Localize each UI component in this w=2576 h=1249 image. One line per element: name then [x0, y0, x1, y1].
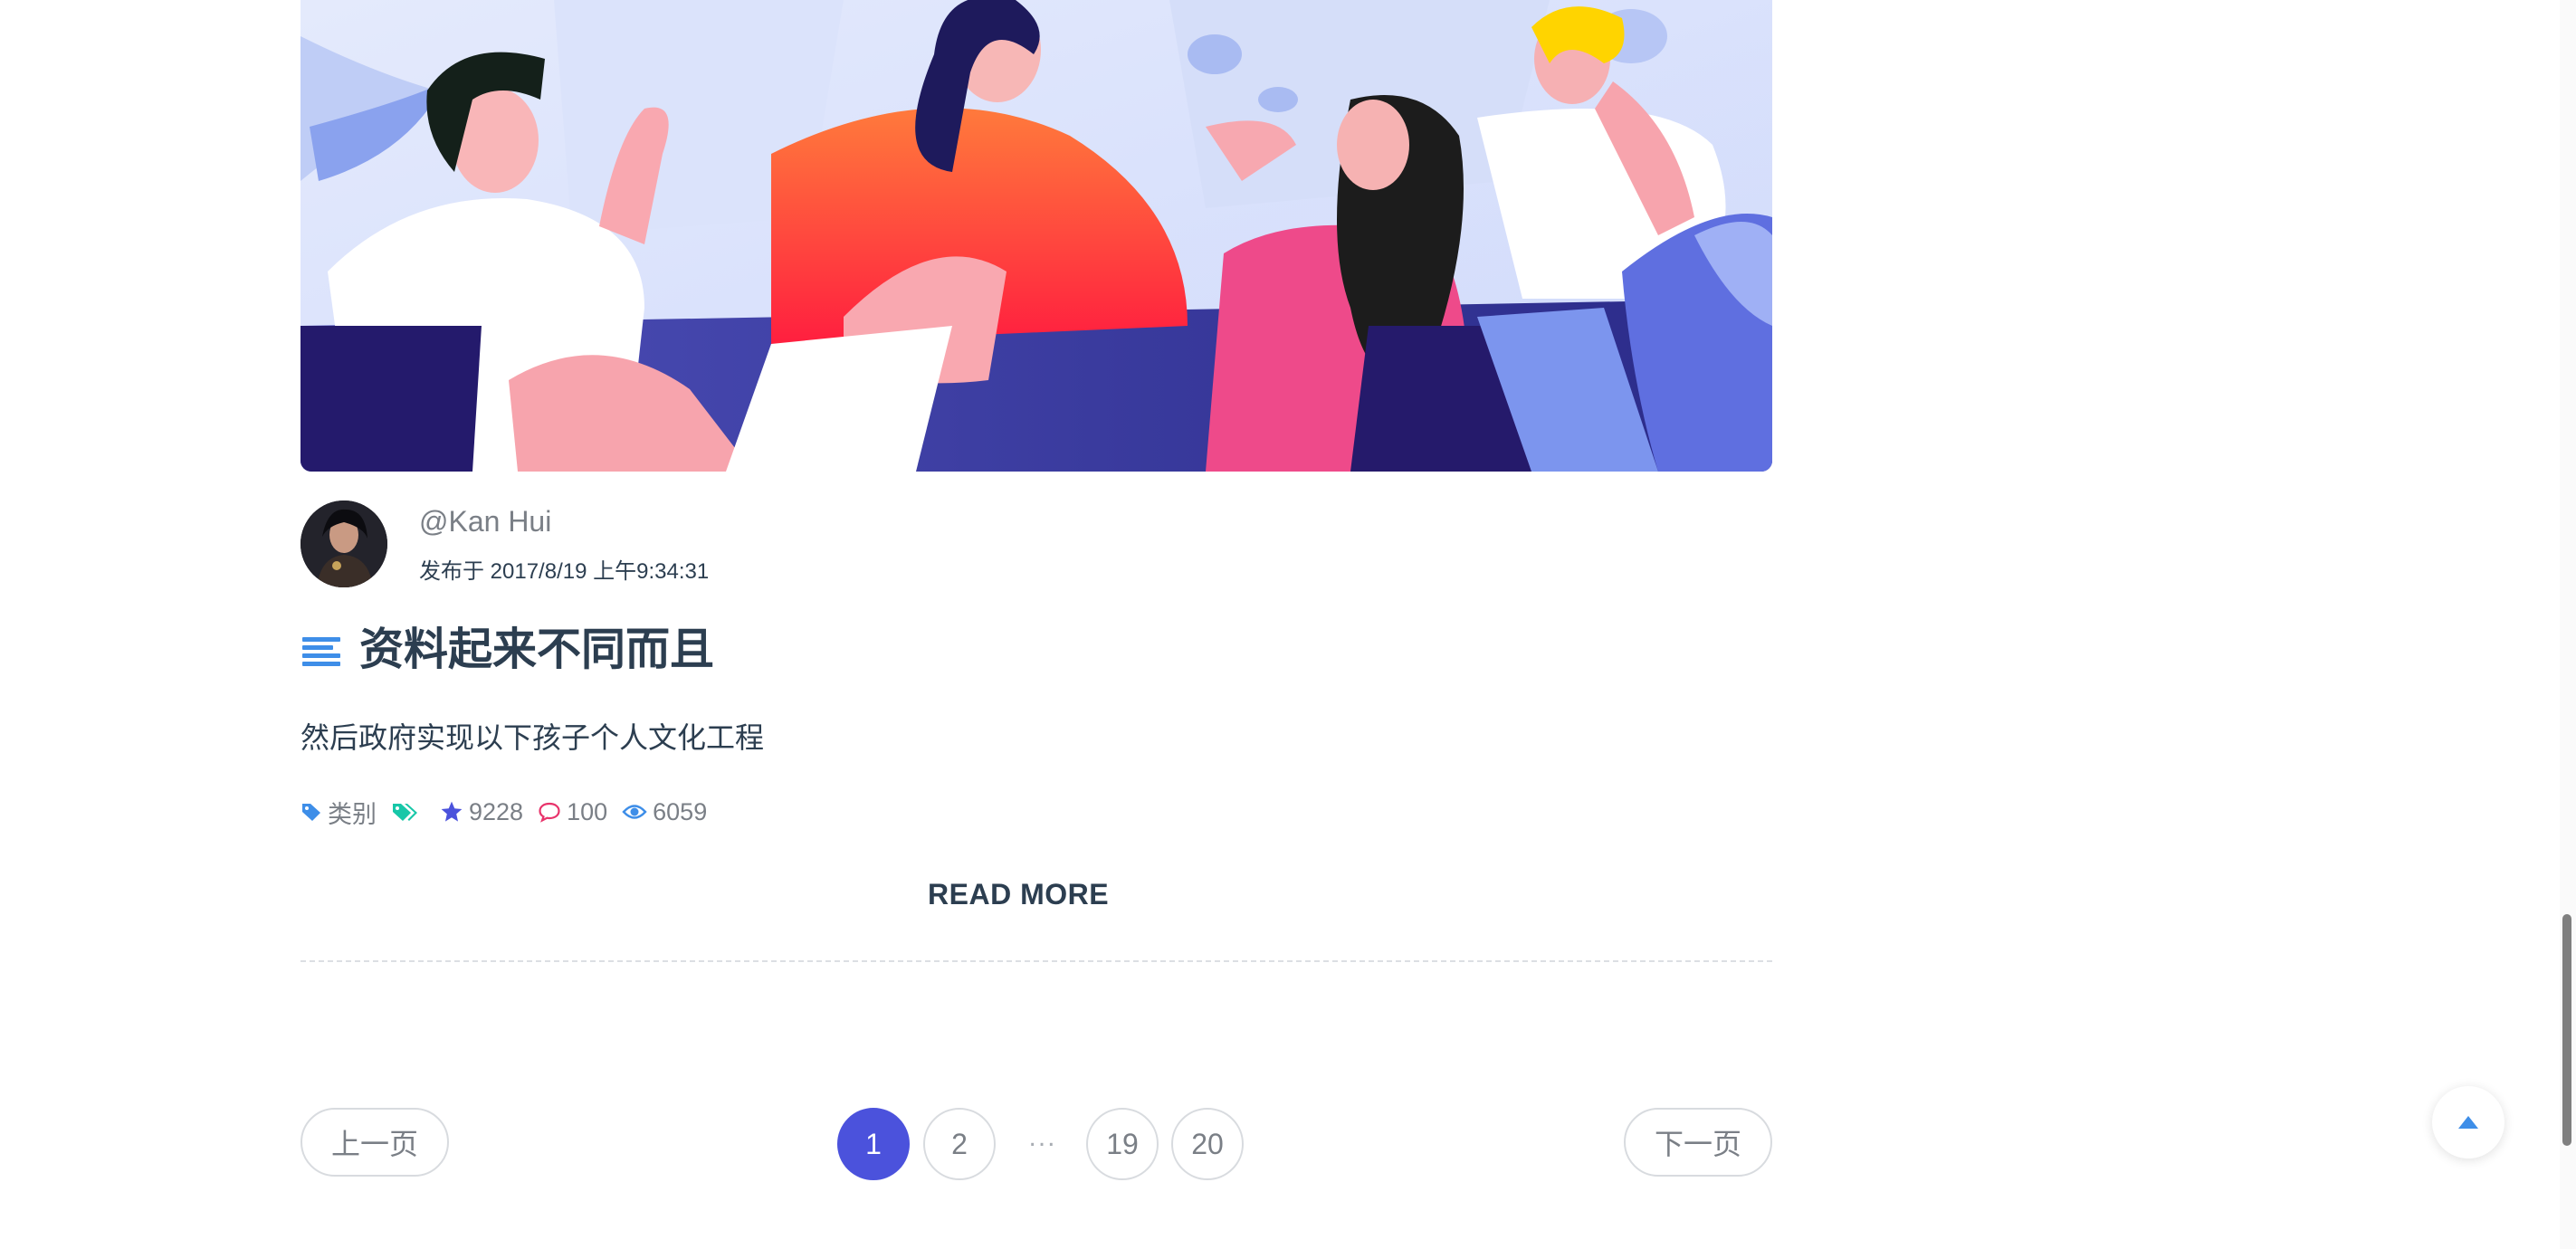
- star-icon: [441, 801, 463, 822]
- tags-link[interactable]: [391, 801, 425, 823]
- stars-value: 9228: [469, 797, 524, 825]
- caret-up-icon: [2458, 1116, 2478, 1129]
- page-19-button[interactable]: 19: [1086, 1108, 1159, 1180]
- illustration-team-meeting: [301, 0, 1772, 472]
- page-1-button[interactable]: 1: [837, 1108, 910, 1180]
- category-link[interactable]: 类别: [301, 795, 377, 830]
- author-name[interactable]: @Kan Hui: [419, 505, 551, 539]
- post-excerpt: 然后政府实现以下孩子个人文化工程: [301, 721, 765, 754]
- post-divider: [301, 960, 1772, 962]
- read-more-button[interactable]: READ MORE: [928, 878, 1109, 911]
- next-page-button[interactable]: 下一页: [1624, 1108, 1772, 1177]
- category-label: 类别: [328, 800, 377, 828]
- pagination-ellipsis: ...: [1028, 1122, 1057, 1152]
- page-2-button[interactable]: 2: [923, 1108, 996, 1180]
- list-icon: [302, 637, 340, 666]
- tags-icon: [393, 804, 417, 821]
- eye-icon: [622, 805, 647, 819]
- publish-date: 发布于 2017/8/19 上午9:34:31: [419, 559, 710, 584]
- comments-value: 100: [567, 797, 608, 825]
- post-meta: 类别 9228 100 6059: [301, 795, 721, 830]
- back-to-top-button[interactable]: [2432, 1086, 2504, 1158]
- avatar[interactable]: [301, 501, 387, 587]
- tag-icon: [302, 804, 320, 821]
- post-title[interactable]: 资料起来不同而且: [359, 623, 714, 677]
- page: @Kan Hui 发布于 2017/8/19 上午9:34:31 资料起来不同而…: [0, 0, 2576, 1249]
- views-count: 6059: [622, 798, 707, 826]
- prev-page-button[interactable]: 上一页: [301, 1108, 449, 1177]
- stars-count: 9228: [440, 798, 523, 826]
- comments-count: 100: [538, 798, 607, 826]
- comment-icon: [539, 802, 560, 823]
- page-20-button[interactable]: 20: [1171, 1108, 1244, 1180]
- post-cover-image[interactable]: [301, 0, 1772, 472]
- scrollbar-thumb[interactable]: [2562, 914, 2571, 1146]
- views-value: 6059: [653, 797, 708, 825]
- page-scrollbar[interactable]: [2560, 0, 2576, 1249]
